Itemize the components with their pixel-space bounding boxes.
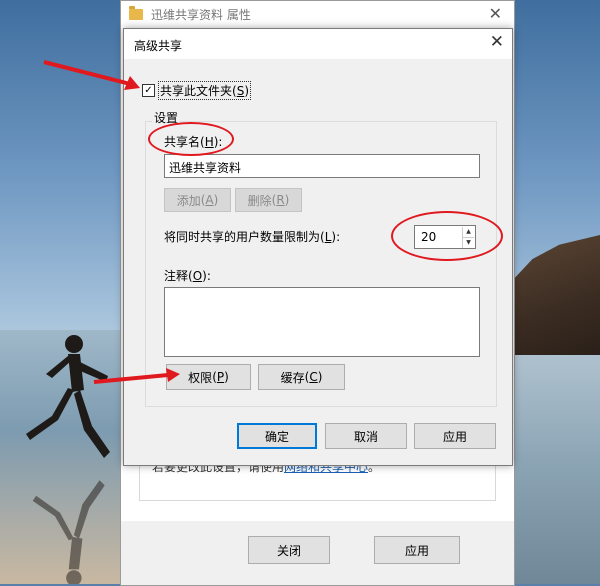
caching-button-mnemonic: C	[309, 370, 318, 384]
dialog-titlebar: 高级共享 ✕	[124, 29, 512, 59]
add-button: 添加(A)	[164, 188, 231, 212]
caching-button-label: 缓存	[280, 370, 305, 385]
remove-button-label: 删除	[247, 193, 272, 208]
user-limit-mnemonic: L	[324, 230, 332, 244]
share-name-highlight	[148, 122, 234, 156]
cancel-button[interactable]: 取消	[325, 423, 407, 449]
user-limit-label: 将同时共享的用户数量限制为(L):	[164, 230, 341, 244]
properties-apply-button[interactable]: 应用	[374, 536, 460, 564]
folder-icon	[129, 5, 143, 20]
runner-reflection	[32, 480, 105, 584]
remove-button: 删除(R)	[235, 188, 302, 212]
close-icon[interactable]: ✕	[489, 4, 502, 23]
wallpaper-sea-right	[510, 330, 600, 584]
comment-textarea[interactable]	[164, 287, 480, 357]
caching-button[interactable]: 缓存(C)	[258, 364, 345, 390]
share-folder-mnemonic: S	[236, 84, 245, 98]
dialog-title: 高级共享	[134, 39, 183, 53]
remove-button-mnemonic: R	[276, 193, 285, 207]
permissions-button-label: 权限	[188, 370, 213, 385]
user-limit-highlight	[391, 211, 503, 261]
apply-button[interactable]: 应用	[414, 423, 496, 449]
ok-button[interactable]: 确定	[237, 423, 317, 449]
checkmark-icon[interactable]: ✓	[142, 84, 155, 97]
properties-titlebar: 迅维共享资料 属性	[121, 1, 514, 27]
share-folder-checkbox[interactable]: ✓ 共享此文件夹(S)	[142, 81, 252, 100]
add-button-mnemonic: A	[205, 193, 214, 207]
permissions-button[interactable]: 权限(P)	[166, 364, 251, 390]
wallpaper-cliff	[510, 235, 600, 355]
share-name-value: 迅维共享资料	[169, 161, 242, 175]
share-folder-label[interactable]: 共享此文件夹(S)	[158, 81, 252, 100]
comment-mnemonic: O	[192, 269, 203, 283]
properties-close-button[interactable]: 关闭	[248, 536, 330, 564]
share-name-input[interactable]: 迅维共享资料	[164, 154, 480, 178]
user-limit-label-text: 将同时共享的用户数量限制为	[164, 230, 321, 244]
properties-title: 迅维共享资料 属性	[151, 7, 251, 22]
runner-silhouette	[26, 335, 110, 458]
share-folder-label-text: 共享此文件夹	[160, 84, 233, 98]
comment-label: 注释(O):	[164, 269, 211, 283]
add-button-label: 添加	[176, 193, 201, 208]
comment-label-text: 注释	[164, 269, 189, 283]
permissions-button-mnemonic: P	[216, 370, 225, 384]
close-icon[interactable]: ✕	[490, 32, 504, 52]
